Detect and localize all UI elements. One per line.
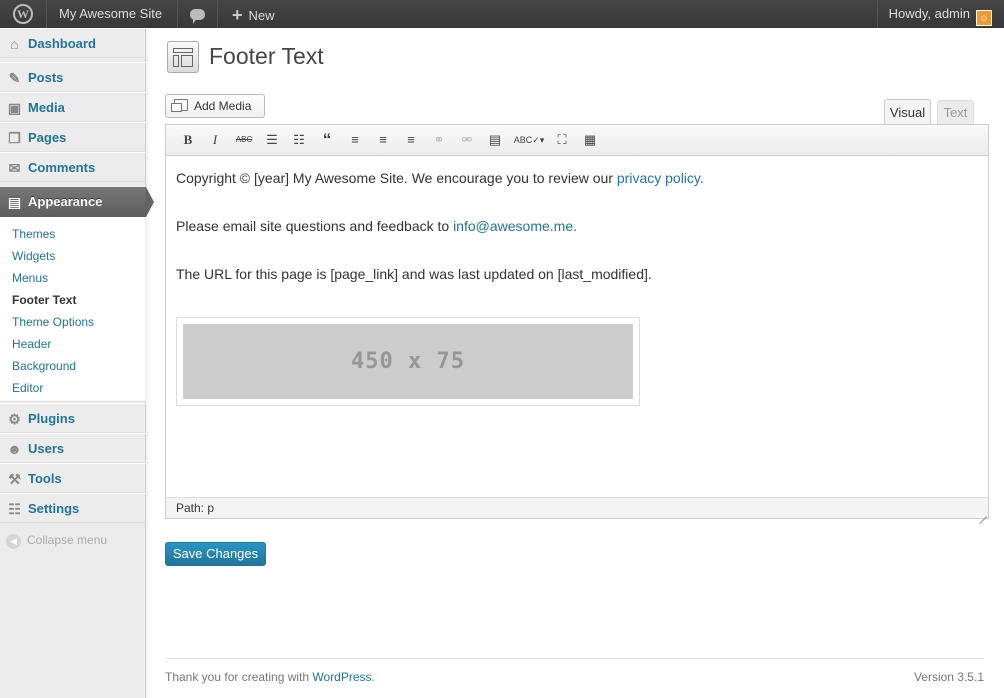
new-content-menu[interactable]: + New [218,0,298,28]
content-paragraph: The URL for this page is [page_link] and… [176,266,652,282]
submenu-themes[interactable]: Themes [12,225,55,243]
strikethrough-button[interactable]: ABC [233,130,255,150]
placeholder-image-frame[interactable]: 450 x 75 [176,317,640,406]
add-media-button[interactable]: Add Media [165,94,265,118]
content-paragraph: Copyright © [year] My Awesome Site. We e… [176,170,704,186]
editor-content[interactable]: Copyright © [year] My Awesome Site. We e… [176,169,976,313]
settings-icon: ☷ [8,501,21,517]
plus-icon: + [232,5,243,25]
menu-item-tools[interactable]: ⚒ Tools [0,463,146,493]
kitchen-sink-button[interactable]: ▦ [579,130,601,150]
collapse-arrow-icon: ◀ [6,534,21,549]
footer-divider [165,658,984,659]
unlink-button[interactable]: ⚮ [456,130,478,150]
bullet-list-button[interactable]: ☰ [261,130,283,150]
appearance-submenu: Themes Widgets Menus Footer Text Theme O… [0,217,146,402]
admin-bar: W My Awesome Site + New Howdy, admin ☺ [0,0,1004,28]
admin-menu: ⌂ Dashboard ✎ Posts ▣ Media ❐ Pages ✉ Comment… [0,28,154,698]
rich-text-editor[interactable]: B I ABC ☰ ☷ “ ≡ ≡ ≡ ⚭ ⚮ ▤ ABC✓▾ ⛶ ▦ Copy… [165,124,989,519]
collapse-menu-button[interactable]: ◀ Collapse menu [6,531,107,549]
blockquote-button[interactable]: “ [316,130,338,150]
save-changes-button[interactable]: Save Changes [165,542,266,566]
content-paragraph: Please email site questions and feedback… [176,218,577,234]
tools-icon: ⚒ [8,471,21,487]
submenu-background[interactable]: Background [12,357,76,375]
wordpress-logo-icon: W [13,4,33,24]
submenu-header[interactable]: Header [12,335,51,353]
menu-item-comments[interactable]: ✉ Comments [0,152,146,182]
wordpress-link[interactable]: WordPress [312,670,371,684]
tab-visual[interactable]: Visual [884,99,931,125]
bold-button[interactable]: B [177,130,199,150]
avatar: ☺ [976,10,992,26]
comment-bubble-icon [190,9,205,24]
media-camera-icon [171,99,188,112]
howdy-text: Howdy, admin [888,6,970,21]
align-right-button[interactable]: ≡ [400,130,422,150]
wordpress-logo-menu[interactable]: W [0,0,47,28]
submenu-menus[interactable]: Menus [12,269,48,287]
pushpin-icon: ✎ [8,70,21,86]
menu-item-plugins[interactable]: ⚙ Plugins [0,403,146,433]
align-center-button[interactable]: ≡ [372,130,394,150]
appearance-page-icon [167,41,199,73]
menu-item-appearance[interactable]: ▤ Appearance [0,187,154,217]
account-menu[interactable]: Howdy, admin ☺ [876,0,1004,28]
plugins-icon: ⚙ [8,411,21,427]
menu-item-posts[interactable]: ✎ Posts [0,62,146,92]
align-left-button[interactable]: ≡ [344,130,366,150]
dashboard-icon: ⌂ [10,36,19,52]
media-icon: ▣ [7,100,22,116]
insert-more-button[interactable]: ▤ [484,130,506,150]
submenu-widgets[interactable]: Widgets [12,247,55,265]
submenu-footer-text[interactable]: Footer Text [12,291,76,309]
appearance-icon: ▤ [7,194,22,210]
pages-icon: ❐ [8,130,21,146]
menu-item-media[interactable]: ▣ Media [0,92,146,122]
menu-item-users[interactable]: ☻ Users [0,433,146,463]
admin-bar-comments[interactable] [178,0,218,28]
email-link[interactable]: info@awesome.me. [453,218,577,234]
editor-toolbar: B I ABC ☰ ☷ “ ≡ ≡ ≡ ⚭ ⚮ ▤ ABC✓▾ ⛶ ▦ [166,125,988,156]
privacy-policy-link[interactable]: privacy policy. [617,170,704,186]
page-title: Footer Text [209,43,324,69]
editor-path-bar: Path: p [166,497,988,518]
new-label: New [248,8,275,23]
fullscreen-button[interactable]: ⛶ [551,130,573,150]
footer-version: Version 3.5.1 [913,670,984,684]
footer-thanks: Thank you for creating with WordPress. [165,670,375,684]
tab-text[interactable]: Text [937,100,974,124]
italic-button[interactable]: I [204,130,226,150]
site-name-link[interactable]: My Awesome Site [47,0,178,28]
numbered-list-button[interactable]: ☷ [288,130,310,150]
submenu-theme-options[interactable]: Theme Options [12,313,94,331]
menu-item-settings[interactable]: ☷ Settings [0,493,146,523]
users-icon: ☻ [7,441,22,457]
insert-link-button[interactable]: ⚭ [428,130,450,150]
submenu-editor[interactable]: Editor [12,379,43,397]
menu-item-dashboard[interactable]: ⌂ Dashboard [0,28,146,58]
placeholder-image: 450 x 75 [183,324,633,399]
resize-handle-icon[interactable] [977,507,987,517]
spellcheck-button[interactable]: ABC✓▾ [512,130,546,150]
menu-item-pages[interactable]: ❐ Pages [0,122,146,152]
comments-icon: ✉ [8,160,21,176]
